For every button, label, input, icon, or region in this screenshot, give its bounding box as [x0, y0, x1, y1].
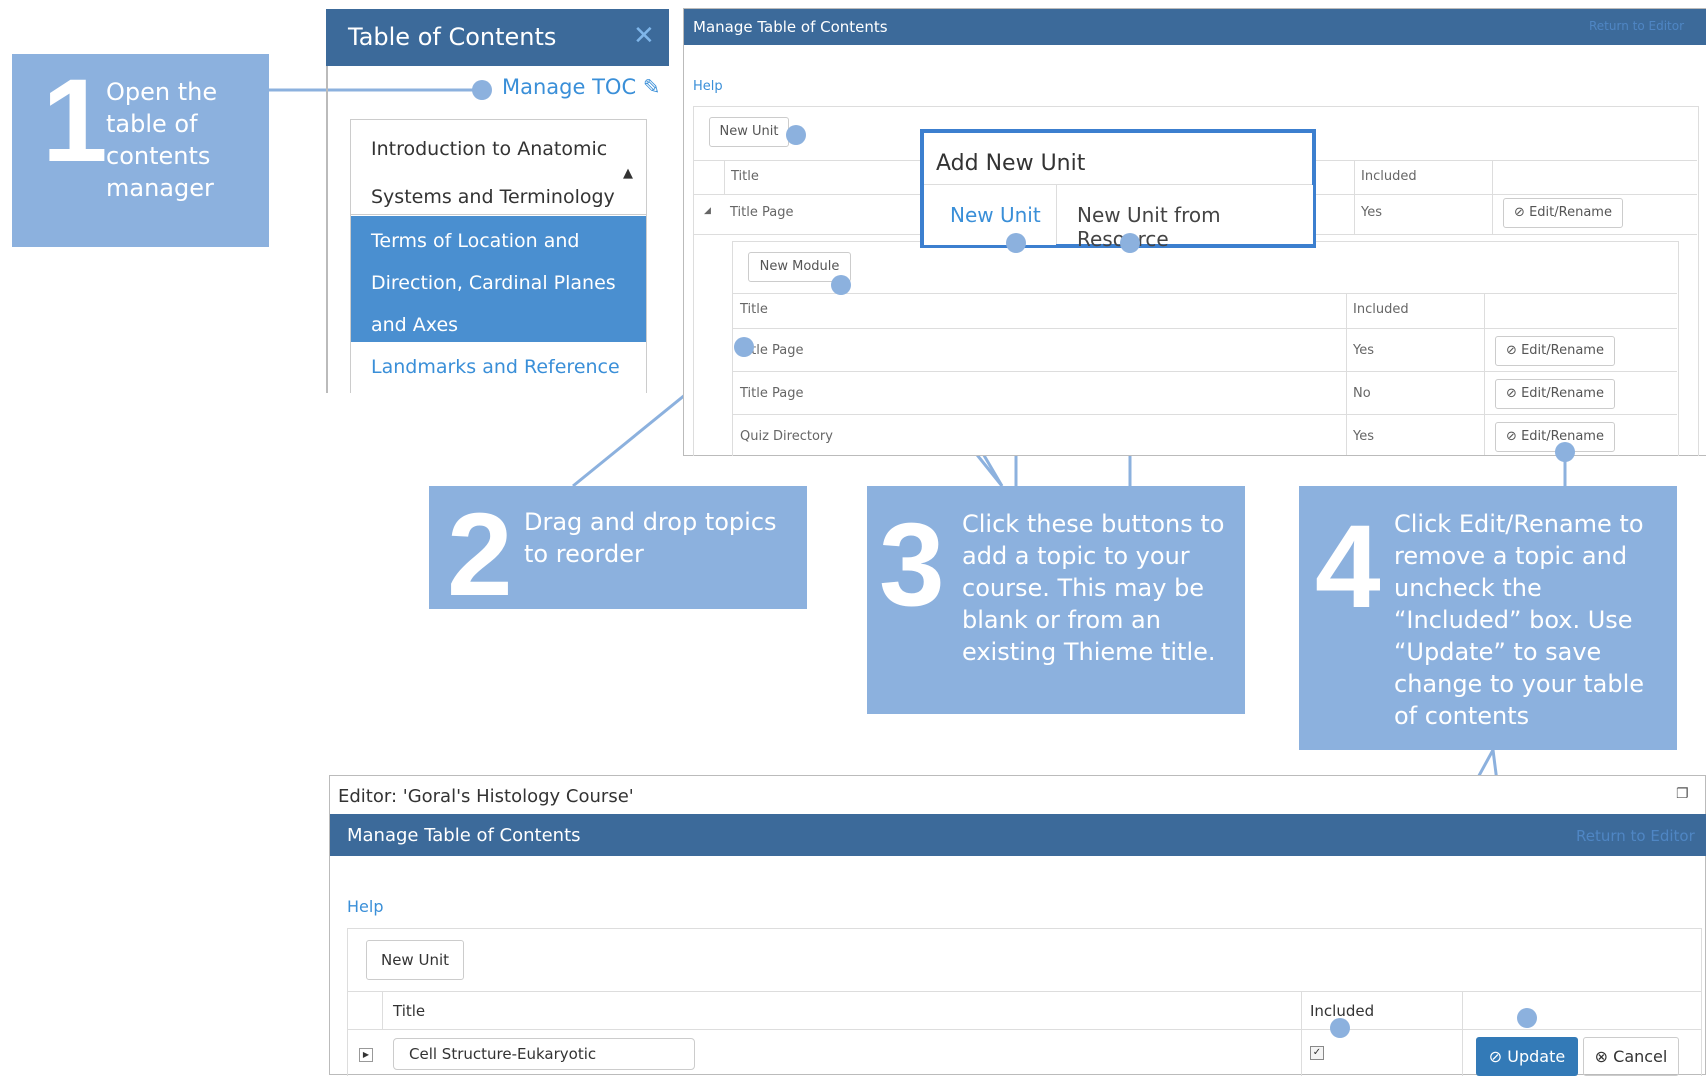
connector-dot [831, 275, 851, 295]
new-unit-button[interactable]: New Unit [366, 940, 464, 980]
connector-dot [1555, 442, 1575, 462]
callout-text: Click Edit/Rename to remove a topic and … [1394, 510, 1645, 730]
toc-item-line: Landmarks and Reference [371, 356, 620, 378]
button-label: Edit/Rename [1521, 386, 1604, 401]
step-number: 2 [447, 489, 513, 621]
popup-title: Add New Unit [936, 151, 1086, 176]
help-link[interactable]: Help [693, 79, 723, 94]
tab-new-unit[interactable]: New Unit [924, 185, 1056, 245]
step-number: 1 [42, 55, 108, 187]
tab-label: New Unit [950, 203, 1041, 227]
column-header-included: Included [1361, 169, 1417, 184]
connector-dot [1330, 1018, 1350, 1038]
edit-rename-button[interactable]: ⊘ Edit/Rename [1495, 379, 1615, 409]
column-header-title: Title [731, 169, 759, 184]
toc-item[interactable]: Introduction to Anatomic Systems and Ter… [351, 119, 646, 215]
toc-item-line: Direction, Cardinal Planes [371, 272, 616, 294]
unit-title: Title Page [730, 205, 794, 220]
module-included: Yes [1353, 429, 1374, 444]
edit-icon: ⊘ [1514, 205, 1525, 220]
edit-icon: ⊘ [1506, 386, 1517, 401]
toc-item-line: and Axes [371, 314, 459, 336]
tab-new-unit-from-resource[interactable]: New Unit from Resource [1056, 185, 1313, 251]
check-circle-icon: ⊘ [1488, 1047, 1503, 1066]
toc-item[interactable]: Landmarks and Reference [351, 342, 646, 393]
connector-dot [472, 80, 492, 100]
step-number: 4 [1315, 501, 1381, 633]
update-button[interactable]: ⊘ Update [1476, 1037, 1578, 1076]
collapse-arrow-icon[interactable]: ▲ [623, 166, 633, 181]
editor-header: Manage Table of Contents Return to Edito… [330, 814, 1706, 856]
editor-header-title: Manage Table of Contents [347, 825, 581, 846]
manage-toc-header: Manage Table of Contents Return to Edito… [684, 9, 1706, 45]
callout-text: Drag and drop topics to reorder [524, 508, 777, 568]
toc-header: Table of Contents ✕ [326, 9, 669, 66]
module-title[interactable]: Title Page [740, 386, 803, 401]
connector-dot [1120, 233, 1140, 253]
edit-rename-button[interactable]: ⊘ Edit/Rename [1503, 198, 1623, 228]
toc-item-line: Terms of Location and [371, 230, 580, 252]
callout-text: Open the table of contents manager [106, 78, 218, 202]
editor-window: Editor: 'Goral's Histology Course' ❐ Man… [329, 775, 1706, 1076]
return-to-editor-link[interactable]: Return to Editor [1589, 19, 1684, 33]
toc-panel: Table of Contents ✕ Manage TOC ✎ Introdu… [326, 9, 669, 393]
button-label: Edit/Rename [1521, 343, 1604, 358]
editor-window-title: Editor: 'Goral's Histology Course' [338, 786, 634, 807]
callout-step-2: 2 Drag and drop topics to reorder [429, 486, 807, 614]
toc-title: Table of Contents [348, 23, 557, 51]
pencil-icon: ✎ [642, 75, 661, 99]
connector-dot [786, 125, 806, 145]
toc-list: Introduction to Anatomic Systems and Ter… [350, 119, 647, 393]
unit-included: Yes [1361, 205, 1382, 220]
manage-toc-title: Manage Table of Contents [693, 18, 888, 36]
connector-dot [1517, 1008, 1537, 1028]
toc-item-selected[interactable]: Terms of Location and Direction, Cardina… [351, 216, 646, 342]
add-new-unit-popup: Add New Unit New Unit New Unit from Reso… [920, 129, 1316, 251]
restore-icon[interactable]: ❐ [1676, 786, 1689, 802]
button-label: Cancel [1613, 1047, 1668, 1066]
new-unit-button[interactable]: New Unit [709, 117, 789, 147]
manage-toc-link[interactable]: Manage TOC ✎ [502, 75, 660, 99]
return-to-editor-link[interactable]: Return to Editor [1576, 827, 1695, 845]
tab-label: New Unit from Resource [1077, 203, 1221, 251]
edit-icon: ⊘ [1506, 343, 1517, 358]
connector-dot [734, 337, 754, 357]
edit-rename-button[interactable]: ⊘ Edit/Rename [1495, 336, 1615, 366]
expand-arrow-icon[interactable]: ◢ [704, 206, 711, 216]
cancel-button[interactable]: ⊗ Cancel [1583, 1037, 1679, 1076]
column-header-title: Title [393, 1002, 426, 1020]
callout-text: Click these buttons to add a topic to yo… [962, 510, 1225, 666]
callout-step-1: 1 Open the table of contents manager [12, 54, 269, 247]
column-header-included: Included [1353, 302, 1409, 317]
toc-border [326, 66, 328, 393]
step-number: 3 [879, 499, 945, 631]
connector-dot [1006, 233, 1026, 253]
edit-icon: ⊘ [1506, 429, 1517, 444]
column-header-title: Title [740, 302, 768, 317]
module-included: Yes [1353, 343, 1374, 358]
callout-step-4: 4 Click Edit/Rename to remove a topic an… [1299, 486, 1677, 750]
toc-item-line: Systems and Terminology [371, 186, 615, 208]
cancel-circle-icon: ⊗ [1594, 1047, 1609, 1066]
manage-toc-label: Manage TOC [502, 75, 637, 99]
unit-title-input[interactable] [393, 1038, 695, 1070]
callout-step-3: 3 Click these buttons to add a topic to … [867, 486, 1245, 714]
help-link[interactable]: Help [347, 897, 383, 916]
module-included: No [1353, 386, 1371, 401]
button-label: Update [1507, 1047, 1566, 1066]
module-title[interactable]: Quiz Directory [740, 429, 833, 444]
button-label: Edit/Rename [1529, 205, 1612, 220]
included-checkbox[interactable]: ✓ [1310, 1046, 1324, 1060]
expand-row-icon[interactable]: ▶ [359, 1048, 373, 1062]
toc-item-line: Introduction to Anatomic [371, 138, 608, 160]
close-icon[interactable]: ✕ [633, 21, 655, 51]
